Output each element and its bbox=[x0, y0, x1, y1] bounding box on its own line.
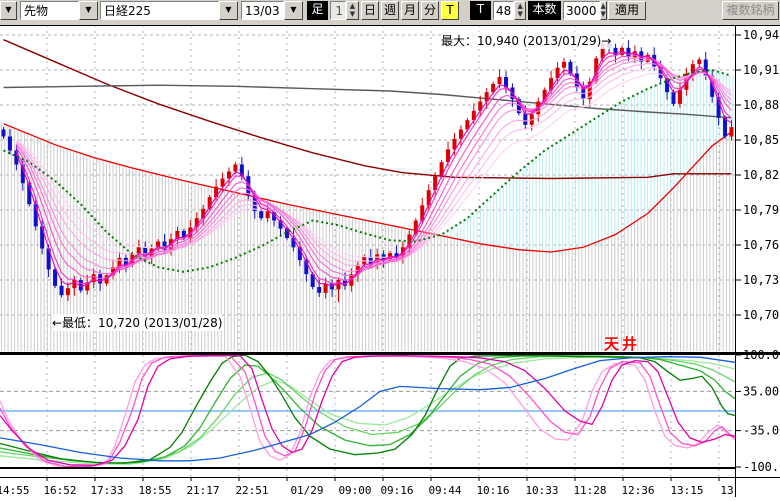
x-axis-label: 22:51 bbox=[235, 484, 268, 497]
period-week-button[interactable]: 週 bbox=[381, 1, 399, 20]
trading-app-window: ▼ 先物 ▼ 日経225 ▼ 13/03 ▼ 足 1 ▲▼ 日 週 月 分 T … bbox=[0, 0, 780, 501]
x-axis-label: 11:28 bbox=[573, 484, 606, 497]
svg-text:10,765: 10,765 bbox=[743, 238, 780, 252]
x-axis-label: 16:52 bbox=[43, 484, 76, 497]
chevron-down-icon[interactable]: ▼ bbox=[284, 1, 303, 20]
bar-count-stepper[interactable]: 3000 ▲▼ bbox=[563, 1, 604, 20]
candles-layer[interactable] bbox=[2, 40, 734, 302]
svg-text:10,855: 10,855 bbox=[743, 133, 780, 147]
x-axis-label: 01/29 bbox=[290, 484, 323, 497]
svg-text:10,825: 10,825 bbox=[743, 168, 780, 182]
max-price-annotation: 最大：10,940 (2013/01/29)→ bbox=[441, 32, 611, 49]
x-axis-label: 09:00 bbox=[338, 484, 371, 497]
chevron-down-icon[interactable]: ▼ bbox=[0, 1, 17, 20]
spinner-arrows-icon[interactable]: ▲▼ bbox=[346, 1, 359, 20]
svg-text:10,915: 10,915 bbox=[743, 63, 780, 77]
tick-size-value: 48 bbox=[493, 1, 514, 20]
bar-type-toggle[interactable]: 足 bbox=[307, 1, 328, 20]
bar-count-value: 3000 bbox=[563, 1, 600, 20]
svg-text:10,795: 10,795 bbox=[743, 203, 780, 217]
svg-text:10,705: 10,705 bbox=[743, 308, 780, 322]
spinner-arrows-icon[interactable]: ▲▼ bbox=[600, 1, 607, 20]
symbol-select[interactable]: 日経225 ▼ bbox=[100, 1, 238, 20]
multi-symbol-button[interactable]: 複数銘柄 bbox=[722, 1, 779, 20]
x-axis-label: 21:17 bbox=[186, 484, 219, 497]
x-axis-label: 09:44 bbox=[428, 484, 461, 497]
x-axis-label: 13 bbox=[720, 484, 733, 497]
instrument-select-value: 先物 bbox=[20, 1, 79, 20]
contract-month-value: 13/03 bbox=[241, 1, 284, 20]
period-month-button[interactable]: 月 bbox=[401, 1, 419, 20]
svg-text:10,945: 10,945 bbox=[743, 28, 780, 42]
rci-long-light bbox=[0, 356, 735, 464]
x-axis-label: 13:15 bbox=[670, 484, 703, 497]
x-axis-label: 10:16 bbox=[476, 484, 509, 497]
svg-text:35.00: 35.00 bbox=[743, 384, 779, 398]
period-tick-button-active[interactable]: T bbox=[441, 1, 459, 20]
tick-mode-label[interactable]: T bbox=[470, 1, 491, 20]
symbol-select-value: 日経225 bbox=[100, 1, 219, 20]
svg-text:100.00: 100.00 bbox=[743, 348, 780, 362]
x-axis-label: 17:33 bbox=[90, 484, 123, 497]
bar-interval-value: 1 bbox=[330, 1, 346, 20]
spinner-arrows-icon[interactable]: ▲▼ bbox=[514, 1, 526, 20]
x-axis-label: 18:55 bbox=[138, 484, 171, 497]
apply-button[interactable]: 適用 bbox=[608, 1, 646, 20]
instrument-select[interactable]: 先物 ▼ bbox=[20, 1, 98, 20]
toolbar: ▼ 先物 ▼ 日経225 ▼ 13/03 ▼ 足 1 ▲▼ 日 週 月 分 T … bbox=[0, 0, 780, 25]
min-price-annotation: ←最低：10,720 (2013/01/28) bbox=[52, 314, 222, 331]
chevron-down-icon[interactable]: ▼ bbox=[79, 1, 98, 20]
bar-interval-stepper[interactable]: 1 ▲▼ bbox=[330, 1, 359, 20]
period-day-button[interactable]: 日 bbox=[361, 1, 379, 20]
contract-month-select[interactable]: 13/03 ▼ bbox=[241, 1, 303, 20]
rci-long-dark bbox=[0, 355, 735, 463]
x-axis-label: 09:16 bbox=[380, 484, 413, 497]
x-axis-label: 14:55 bbox=[0, 484, 30, 497]
svg-text:-100.0: -100.0 bbox=[743, 460, 780, 474]
rci-long-mid bbox=[0, 356, 735, 464]
ceiling-label: 天井 bbox=[604, 333, 640, 354]
svg-text:-35.00: -35.00 bbox=[743, 424, 780, 438]
period-minute-button[interactable]: 分 bbox=[421, 1, 439, 20]
ma-long-gray bbox=[4, 85, 732, 118]
x-axis-label: 12:36 bbox=[621, 484, 654, 497]
price-chart[interactable]: 10,945 10,915 10,885 10,855 10,825 10,795 10,7… bbox=[0, 0, 780, 501]
bar-count-toggle[interactable]: 本数 bbox=[528, 1, 561, 20]
svg-text:10,885: 10,885 bbox=[743, 98, 780, 112]
tick-size-stepper[interactable]: 48 ▲▼ bbox=[493, 1, 526, 20]
oscillator-layer bbox=[0, 355, 735, 467]
x-axis-label: 10:33 bbox=[525, 484, 558, 497]
chevron-down-icon[interactable]: ▼ bbox=[219, 1, 238, 20]
svg-text:10,735: 10,735 bbox=[743, 273, 780, 287]
